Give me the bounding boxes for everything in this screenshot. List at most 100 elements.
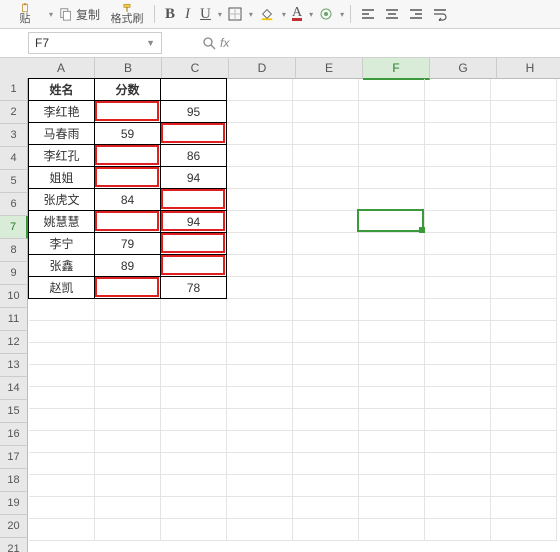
cell-B5[interactable] [95,167,161,189]
row-header-16[interactable]: 16 [0,423,28,446]
cell-H3[interactable] [491,123,557,145]
cell-B3[interactable]: 59 [95,123,161,145]
cell-A7[interactable]: 姚慧慧 [29,211,95,233]
cell-D15[interactable] [227,387,293,409]
cell-B13[interactable] [95,343,161,365]
format-painter-button[interactable]: 格式刷 [106,3,148,25]
cell-A14[interactable] [29,365,95,387]
cell-F9[interactable] [359,255,425,277]
cell-B21[interactable] [95,519,161,541]
cell-H15[interactable] [491,387,557,409]
cell-A1[interactable]: 姓名 [29,79,95,101]
cell-C16[interactable] [161,409,227,431]
cell-F2[interactable] [359,101,425,123]
cell-F15[interactable] [359,387,425,409]
cell-B17[interactable] [95,431,161,453]
cell-G10[interactable] [425,277,491,299]
cell-D10[interactable] [227,277,293,299]
cell-E5[interactable] [293,167,359,189]
copy-button[interactable]: 复制 [55,3,104,25]
row-header-1[interactable]: 1 [0,78,28,101]
cell-B8[interactable]: 79 [95,233,161,255]
cell-B7[interactable] [95,211,161,233]
cell-A16[interactable] [29,409,95,431]
cell-G19[interactable] [425,475,491,497]
cell-A11[interactable] [29,299,95,321]
cell-F5[interactable] [359,167,425,189]
cell-C12[interactable] [161,321,227,343]
cell-C20[interactable] [161,497,227,519]
cell-H19[interactable] [491,475,557,497]
cell-D16[interactable] [227,409,293,431]
cell-F3[interactable] [359,123,425,145]
cell-E13[interactable] [293,343,359,365]
cell-C4[interactable]: 86 [161,145,227,167]
cell-A20[interactable] [29,497,95,519]
cell-G17[interactable] [425,431,491,453]
cell-E10[interactable] [293,277,359,299]
cell-E8[interactable] [293,233,359,255]
cell-H17[interactable] [491,431,557,453]
cell-E14[interactable] [293,365,359,387]
cell-B6[interactable]: 84 [95,189,161,211]
row-header-7[interactable]: 7 [0,216,28,239]
cell-E3[interactable] [293,123,359,145]
cell-B10[interactable] [95,277,161,299]
underline-dropdown-icon[interactable]: ▾ [218,10,222,19]
cell-H9[interactable] [491,255,557,277]
cell-C3[interactable] [161,123,227,145]
font-color-dropdown-icon[interactable]: ▾ [309,10,313,19]
namebox-dropdown-icon[interactable]: ▼ [146,38,155,48]
cell-A9[interactable]: 张鑫 [29,255,95,277]
row-header-20[interactable]: 20 [0,515,28,538]
fx-label[interactable]: fx [220,36,229,50]
cell-B2[interactable] [95,101,161,123]
cell-A13[interactable] [29,343,95,365]
cell-D12[interactable] [227,321,293,343]
cells-area[interactable]: 姓名分数李红艳95马春雨59李红孔86姐姐94张虎文84姚慧慧94李宁79张鑫8… [28,78,557,541]
cell-H1[interactable] [491,79,557,101]
row-header-10[interactable]: 10 [0,285,28,308]
row-header-11[interactable]: 11 [0,308,28,331]
cell-A10[interactable]: 赵凯 [29,277,95,299]
cell-A19[interactable] [29,475,95,497]
cell-A2[interactable]: 李红艳 [29,101,95,123]
cell-G15[interactable] [425,387,491,409]
row-header-19[interactable]: 19 [0,492,28,515]
cell-E19[interactable] [293,475,359,497]
cell-F13[interactable] [359,343,425,365]
cell-D14[interactable] [227,365,293,387]
cell-E7[interactable] [293,211,359,233]
fill-dropdown-icon[interactable]: ▾ [282,10,286,19]
cell-H13[interactable] [491,343,557,365]
cell-H7[interactable] [491,211,557,233]
bold-button[interactable]: B [161,3,179,25]
cell-H20[interactable] [491,497,557,519]
cell-C10[interactable]: 78 [161,277,227,299]
cell-H6[interactable] [491,189,557,211]
cell-H21[interactable] [491,519,557,541]
cell-A15[interactable] [29,387,95,409]
cell-D20[interactable] [227,497,293,519]
cell-B11[interactable] [95,299,161,321]
cell-G11[interactable] [425,299,491,321]
cell-E2[interactable] [293,101,359,123]
cell-C8[interactable] [161,233,227,255]
name-box[interactable]: F7 ▼ [28,32,162,54]
cell-C9[interactable] [161,255,227,277]
cell-G16[interactable] [425,409,491,431]
cell-C17[interactable] [161,431,227,453]
cell-H4[interactable] [491,145,557,167]
cell-C18[interactable] [161,453,227,475]
cell-F16[interactable] [359,409,425,431]
column-header-H[interactable]: H [497,58,560,79]
cell-G6[interactable] [425,189,491,211]
style-dropdown-icon[interactable]: ▾ [340,10,344,19]
cell-H12[interactable] [491,321,557,343]
cell-E17[interactable] [293,431,359,453]
cell-F8[interactable] [359,233,425,255]
row-header-12[interactable]: 12 [0,331,28,354]
cell-H2[interactable] [491,101,557,123]
align-right-button[interactable] [405,3,427,25]
cell-B19[interactable] [95,475,161,497]
